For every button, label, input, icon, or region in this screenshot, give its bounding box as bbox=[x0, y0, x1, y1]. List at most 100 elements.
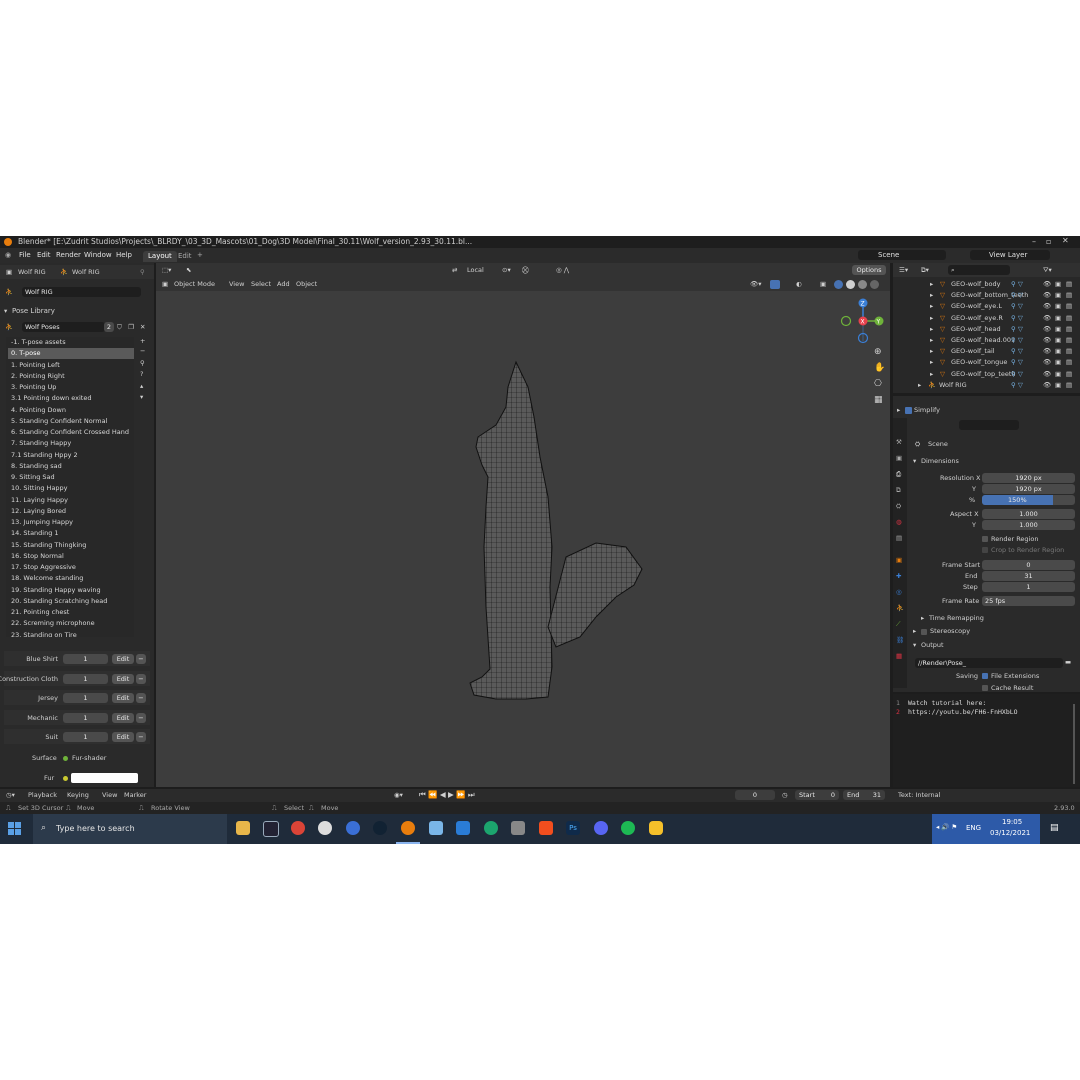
pose-list-item[interactable]: 22. Screming microphone bbox=[8, 618, 134, 629]
add-pose-icon[interactable]: + bbox=[140, 337, 145, 345]
pose-library-name[interactable]: Wolf Poses bbox=[22, 322, 105, 332]
unlink-icon[interactable]: ✕ bbox=[140, 323, 145, 331]
pose-list-item[interactable]: 10. Sitting Happy bbox=[8, 483, 134, 494]
menu-view[interactable]: View bbox=[229, 280, 244, 288]
navigation-gizmo[interactable]: Z Y X bbox=[836, 297, 888, 349]
aspect-x-field[interactable]: 1.000 bbox=[982, 509, 1075, 519]
vscode-icon[interactable] bbox=[456, 821, 470, 835]
frame-start-field[interactable]: 0 bbox=[982, 560, 1075, 570]
record-icon[interactable]: ◉▾ bbox=[394, 791, 403, 799]
clothes-value-field[interactable]: 1 bbox=[63, 673, 108, 684]
camera-icon[interactable]: ⎔ bbox=[874, 379, 882, 389]
xray-icon[interactable]: ▣ bbox=[820, 280, 826, 288]
scene-tab-icon[interactable]: ⛭ bbox=[896, 502, 901, 511]
render-tab-icon[interactable]: ▣ bbox=[896, 454, 902, 462]
notepad-icon[interactable] bbox=[429, 821, 443, 835]
object-tab-icon[interactable]: ▣ bbox=[896, 556, 902, 564]
outliner-row[interactable]: ▸ ▽ GEO-wolf_head.001 ⚲ ▽ 👁 ▣ ▤ bbox=[893, 335, 1080, 346]
steam-icon[interactable] bbox=[263, 821, 279, 837]
visibility-eye-icon[interactable]: 👁 bbox=[1043, 290, 1051, 301]
render-camera-icon[interactable]: ▣ bbox=[1055, 380, 1061, 391]
visibility-eye-icon[interactable]: 👁 bbox=[1043, 313, 1051, 324]
visibility-eye-icon[interactable]: 👁 bbox=[1043, 279, 1051, 290]
render-camera-icon[interactable]: ▣ bbox=[1055, 357, 1061, 368]
duplicate-icon[interactable]: ❐ bbox=[128, 323, 134, 331]
clothes-value-field[interactable]: 1 bbox=[63, 693, 108, 704]
clothes-value-field[interactable]: 1 bbox=[63, 732, 108, 743]
collection-tab-icon[interactable]: ▤ bbox=[896, 534, 902, 542]
blender-taskbar-icon[interactable] bbox=[401, 821, 415, 835]
render-camera-icon[interactable]: ▣ bbox=[1055, 346, 1061, 357]
wireframe-shading-icon[interactable] bbox=[834, 280, 843, 289]
pose-list-item[interactable]: 0. T-pose bbox=[8, 348, 134, 360]
tray-icons[interactable]: ◂ 🔊 ⚑ bbox=[936, 823, 957, 831]
app-g-icon[interactable] bbox=[318, 821, 332, 835]
start-field[interactable]: Start 0 bbox=[795, 790, 839, 800]
render-toggle-icon[interactable]: ▤ bbox=[1066, 313, 1072, 324]
pivot-icon[interactable]: ⊙▾ bbox=[502, 266, 511, 274]
render-camera-icon[interactable]: ▣ bbox=[1055, 324, 1061, 335]
menu-file[interactable]: File bbox=[19, 251, 31, 259]
pose-list-item[interactable]: 15. Standing Thingking bbox=[8, 540, 134, 551]
time-remap-expand-icon[interactable]: ▸ bbox=[921, 614, 924, 622]
outliner-row[interactable]: ▸ ▽ GEO-wolf_tongue ⚲ ▽ 👁 ▣ ▤ bbox=[893, 357, 1080, 368]
windows-start-icon[interactable] bbox=[8, 822, 22, 836]
pose-list-item[interactable]: 20. Standing Scratching head bbox=[8, 596, 134, 607]
render-camera-icon[interactable]: ▣ bbox=[1055, 279, 1061, 290]
expand-icon[interactable]: ▸ bbox=[930, 346, 933, 357]
render-toggle-icon[interactable]: ▤ bbox=[1066, 369, 1072, 380]
chrome-icon[interactable] bbox=[291, 821, 305, 835]
properties-search-input[interactable] bbox=[959, 420, 1019, 430]
pose-list-item[interactable]: 4. Pointing Down bbox=[8, 405, 134, 416]
outliner-row[interactable]: ▸ ▽ GEO-wolf_eye.L ⚲ ▽ 👁 ▣ ▤ bbox=[893, 301, 1080, 312]
filter-icon[interactable]: ⛛▾ bbox=[1043, 266, 1052, 275]
clothes-edit-button[interactable]: Edit bbox=[112, 693, 134, 704]
figma-icon[interactable] bbox=[539, 821, 553, 835]
minimize-button[interactable]: – bbox=[1032, 237, 1036, 246]
output-path-field[interactable]: //Render\Pose_ bbox=[915, 658, 1063, 668]
edge-icon[interactable] bbox=[484, 821, 498, 835]
expand-icon[interactable]: ▸ bbox=[930, 357, 933, 368]
world-tab-icon[interactable]: ◍ bbox=[896, 518, 902, 526]
render-toggle-icon[interactable]: ▤ bbox=[1066, 346, 1072, 357]
clothes-remove-button[interactable]: − bbox=[136, 673, 146, 684]
stereoscopy-header[interactable]: Stereoscopy bbox=[930, 627, 970, 635]
expand-icon[interactable]: ▸ bbox=[918, 380, 921, 391]
render-toggle-icon[interactable]: ▤ bbox=[1066, 290, 1072, 301]
render-toggle-icon[interactable]: ▤ bbox=[1066, 324, 1072, 335]
expand-icon[interactable]: ▸ bbox=[930, 301, 933, 312]
outliner-row[interactable]: ▸ ⛹ Wolf RIG ⚲ ▽ 👁 ▣ ▤ bbox=[893, 380, 1080, 391]
overlay-icon[interactable]: ◐ bbox=[796, 280, 802, 288]
clothes-remove-button[interactable]: − bbox=[136, 712, 146, 723]
clothes-edit-button[interactable]: Edit bbox=[112, 654, 134, 664]
move-up-icon[interactable]: ▴ bbox=[140, 382, 143, 390]
pose-list-item[interactable]: 13. Jumping Happy bbox=[8, 517, 134, 528]
pose-list-item[interactable]: 21. Pointing chest bbox=[8, 607, 134, 618]
visibility-icon[interactable]: 👁▾ bbox=[750, 280, 762, 288]
timeline-menu-marker[interactable]: Marker bbox=[124, 791, 146, 799]
photoshop-icon[interactable]: Ps bbox=[566, 821, 580, 835]
visibility-eye-icon[interactable]: 👁 bbox=[1043, 346, 1051, 357]
frame-rate-dropdown[interactable]: 25 fps bbox=[982, 596, 1075, 606]
fake-user-icon[interactable]: ⛉ bbox=[117, 323, 122, 332]
constraint-tab-icon[interactable]: ⛓ bbox=[896, 636, 904, 644]
wolf-wireframe-model[interactable] bbox=[456, 347, 696, 717]
pose-list-item[interactable]: 7. Standing Happy bbox=[8, 438, 134, 449]
timeline-editor-icon[interactable]: ◷▾ bbox=[6, 791, 15, 799]
render-toggle-icon[interactable]: ▤ bbox=[1066, 335, 1072, 346]
visibility-eye-icon[interactable]: 👁 bbox=[1043, 369, 1051, 380]
bone-tab-icon[interactable]: ⟋ bbox=[896, 620, 901, 629]
render-region-checkbox[interactable] bbox=[982, 536, 988, 542]
end-field[interactable]: End 31 bbox=[843, 790, 885, 800]
clothes-remove-button[interactable]: − bbox=[136, 693, 146, 704]
timeline-menu-view[interactable]: View bbox=[102, 791, 117, 799]
current-frame-field[interactable]: 0 bbox=[735, 790, 775, 800]
pose-list-item[interactable]: 3.1 Pointing down exited bbox=[8, 393, 134, 404]
text-editor[interactable]: 1 Watch tutorial here: 2 https://youtu.b… bbox=[893, 694, 1080, 787]
app-3-icon[interactable] bbox=[346, 821, 360, 835]
clothes-edit-button[interactable]: Edit bbox=[112, 712, 134, 723]
maximize-button[interactable]: ▫ bbox=[1046, 237, 1051, 246]
outliner-row[interactable]: ▸ ▽ GEO-wolf_top_teeth ⚲ ▽ 👁 ▣ ▤ bbox=[893, 369, 1080, 380]
discord-icon[interactable] bbox=[594, 821, 608, 835]
render-toggle-icon[interactable]: ▤ bbox=[1066, 380, 1072, 391]
